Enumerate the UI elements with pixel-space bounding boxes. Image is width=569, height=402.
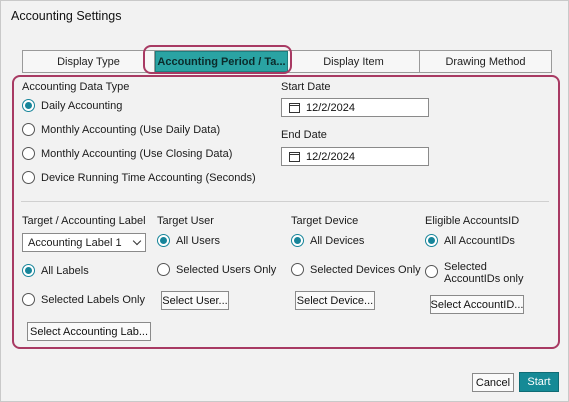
accounting-label-select[interactable]: Accounting Label 1 (22, 233, 146, 252)
radio-all-accountids[interactable]: All AccountIDs (425, 234, 515, 247)
radio-dot (22, 99, 35, 112)
radio-dot (157, 234, 170, 247)
radio-label: Monthly Accounting (Use Closing Data) (41, 147, 233, 160)
section-divider (21, 201, 549, 202)
radio-dot (22, 123, 35, 136)
cancel-button[interactable]: Cancel (472, 373, 514, 392)
radio-daily-accounting[interactable]: Daily Accounting (22, 99, 122, 112)
radio-selected-users[interactable]: Selected Users Only (157, 263, 276, 276)
eligible-accounts-heading: Eligible AccountsID (425, 215, 520, 227)
radio-label: Selected AccountIDs only (444, 261, 524, 285)
radio-label: Selected Labels Only (41, 293, 145, 306)
radio-dot (22, 147, 35, 160)
radio-selected-accountids[interactable]: Selected AccountIDs only (425, 261, 544, 285)
radio-label: All AccountIDs (444, 234, 515, 247)
tab-display-type[interactable]: Display Type (23, 51, 155, 72)
radio-label: Daily Accounting (41, 99, 123, 112)
active-tab-highlight (143, 45, 292, 74)
radio-dot (425, 265, 438, 278)
target-user-heading: Target User (157, 215, 214, 227)
dialog-title: Accounting Settings (11, 9, 122, 23)
radio-device-running-time[interactable]: Device Running Time Accounting (Seconds) (22, 171, 256, 184)
select-device-button[interactable]: Select Device... (295, 291, 375, 310)
radio-monthly-closing-data[interactable]: Monthly Accounting (Use Closing Data) (22, 147, 232, 160)
radio-dot (425, 234, 438, 247)
select-accounting-label-button[interactable]: Select Accounting Lab... (27, 322, 151, 341)
radio-dot (291, 234, 304, 247)
radio-dot (291, 263, 304, 276)
radio-label: All Labels (41, 264, 89, 277)
radio-all-devices[interactable]: All Devices (291, 234, 364, 247)
radio-all-users[interactable]: All Users (157, 234, 220, 247)
accounting-data-type-label: Accounting Data Type (22, 81, 130, 93)
radio-selected-devices[interactable]: Selected Devices Only (291, 263, 421, 276)
tab-display-item[interactable]: Display Item (288, 51, 420, 72)
radio-label: Device Running Time Accounting (Seconds) (41, 171, 256, 184)
radio-selected-labels[interactable]: Selected Labels Only (22, 293, 145, 306)
accounting-settings-dialog: Accounting Settings Display Type Account… (0, 0, 569, 402)
end-date-value: 12/2/2024 (306, 150, 355, 163)
calendar-icon (289, 102, 300, 113)
radio-label: Selected Users Only (176, 263, 277, 276)
start-date-value: 12/2/2024 (306, 101, 355, 114)
select-user-button[interactable]: Select User... (161, 291, 229, 310)
radio-monthly-daily-data[interactable]: Monthly Accounting (Use Daily Data) (22, 123, 220, 136)
radio-dot (22, 171, 35, 184)
radio-label: Monthly Accounting (Use Daily Data) (41, 123, 221, 136)
radio-dot (157, 263, 170, 276)
calendar-icon (289, 151, 300, 162)
start-date-field[interactable]: 12/2/2024 (281, 98, 429, 117)
radio-label: All Devices (310, 234, 365, 247)
target-device-heading: Target Device (291, 215, 359, 227)
radio-label: Selected Devices Only (310, 263, 421, 276)
chevron-down-icon (132, 236, 142, 246)
select-value: Accounting Label 1 (28, 236, 122, 249)
tab-drawing-method[interactable]: Drawing Method (420, 51, 551, 72)
start-date-label: Start Date (281, 81, 331, 93)
radio-all-labels[interactable]: All Labels (22, 264, 89, 277)
end-date-field[interactable]: 12/2/2024 (281, 147, 429, 166)
radio-label: All Users (176, 234, 221, 247)
start-button[interactable]: Start (519, 372, 559, 392)
target-label-heading: Target / Accounting Label (22, 215, 146, 227)
end-date-label: End Date (281, 129, 327, 141)
radio-dot (22, 264, 35, 277)
select-accountid-button[interactable]: Select AccountID... (430, 295, 524, 314)
radio-dot (22, 293, 35, 306)
